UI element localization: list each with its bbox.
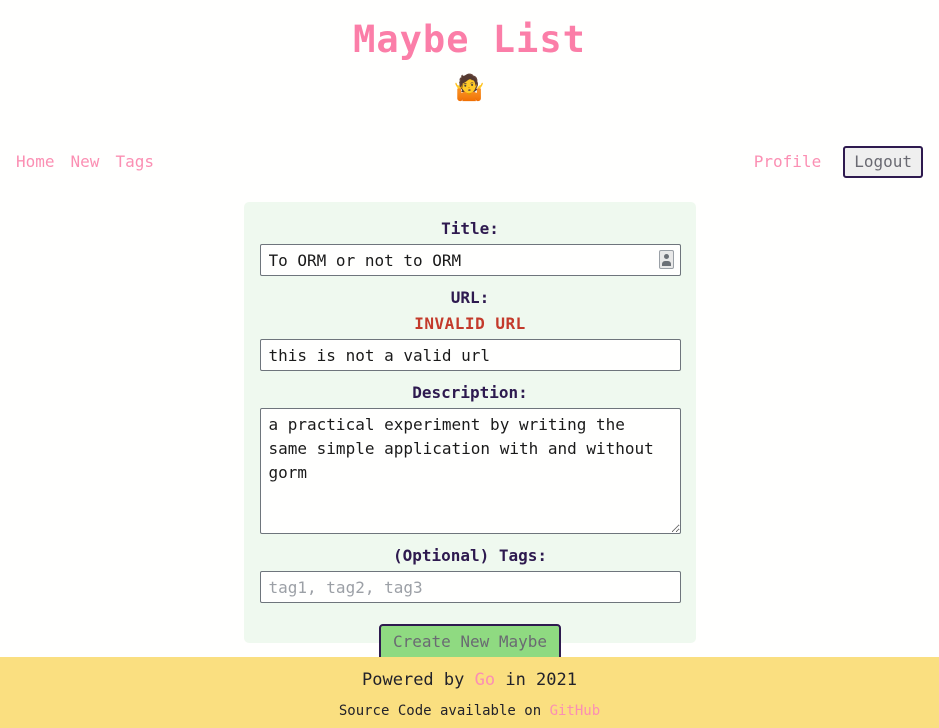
go-language-link[interactable]: Go bbox=[475, 670, 495, 690]
page-title: Maybe List bbox=[353, 18, 586, 61]
tags-field-label: (Optional) Tags: bbox=[392, 546, 548, 565]
contact-card-icon[interactable] bbox=[658, 250, 674, 269]
title-field-label: Title: bbox=[441, 219, 499, 238]
description-textarea[interactable]: a practical experiment by writing the sa… bbox=[259, 408, 681, 534]
main-navigation: Home New Tags Profile Logout bbox=[0, 144, 939, 180]
url-error-message: INVALID URL bbox=[414, 314, 526, 333]
title-input[interactable] bbox=[259, 244, 681, 276]
nav-left-group: Home New Tags bbox=[16, 144, 154, 180]
create-new-maybe-button[interactable]: Create New Maybe bbox=[378, 624, 562, 661]
description-field-label: Description: bbox=[412, 383, 528, 402]
new-maybe-form-panel: Title: URL: INVALID URL Description: a p… bbox=[244, 202, 696, 661]
url-input[interactable] bbox=[259, 339, 681, 371]
footer-powered-by: Powered by Go in 2021 bbox=[0, 657, 939, 690]
footer-source-code: Source Code available on GitHub bbox=[0, 690, 939, 720]
person-shrugging-emoji: 🤷 bbox=[453, 73, 486, 102]
submit-row: Create New Maybe bbox=[244, 624, 696, 661]
nav-link-tags[interactable]: Tags bbox=[115, 152, 154, 172]
logout-button[interactable]: Logout bbox=[843, 146, 923, 178]
footer-line2-prefix: Source Code available on bbox=[338, 703, 550, 719]
nav-link-home[interactable]: Home bbox=[16, 152, 55, 172]
footer-line1-prefix: Powered by bbox=[362, 670, 475, 690]
nav-right-group: Profile Logout bbox=[754, 144, 923, 180]
title-input-wrapper bbox=[259, 244, 681, 276]
github-link[interactable]: GitHub bbox=[550, 703, 601, 719]
page-root: Maybe List 🤷 Home New Tags Profile Logou… bbox=[0, 0, 939, 728]
nav-link-new[interactable]: New bbox=[71, 152, 100, 172]
page-footer: Powered by Go in 2021 Source Code availa… bbox=[0, 657, 939, 728]
footer-line1-suffix: in 2021 bbox=[495, 670, 577, 690]
tags-input[interactable] bbox=[259, 571, 681, 603]
nav-link-profile[interactable]: Profile bbox=[754, 152, 821, 172]
url-field-label: URL: bbox=[450, 288, 490, 307]
